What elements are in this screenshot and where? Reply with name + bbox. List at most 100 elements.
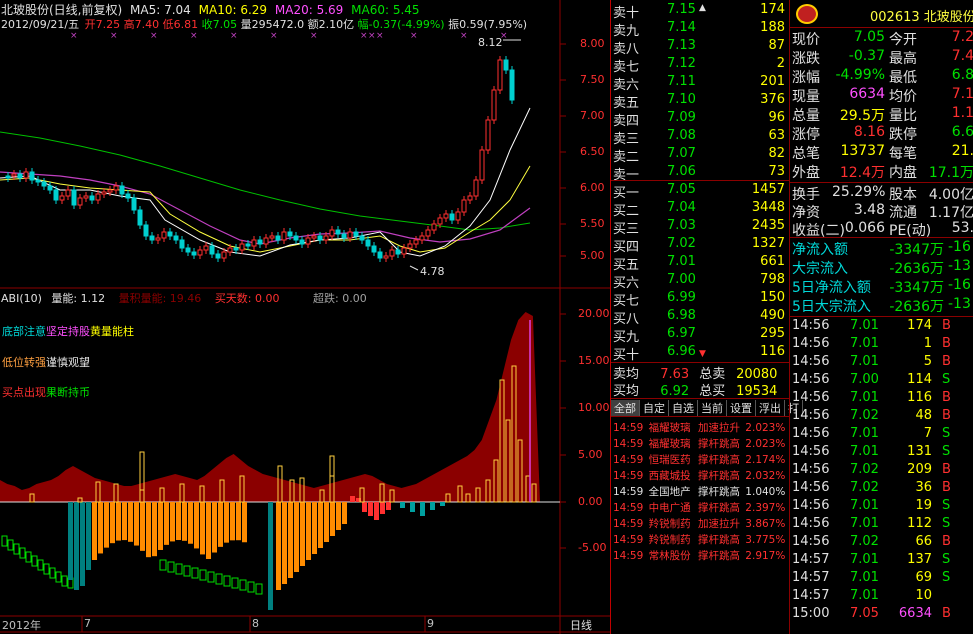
alert-row[interactable]: 14:59 中电广通 撑杆跳高 2.397% <box>613 500 785 515</box>
legend-line-1: 底部注意坚定持股黄量能柱 <box>2 323 134 339</box>
candle-body <box>335 229 341 235</box>
candle-body <box>203 245 209 251</box>
alert-row[interactable]: 14:59 常林股份 撑杆跳高 2.917% <box>613 548 785 563</box>
indicator-bar <box>191 567 199 579</box>
buy-level-row[interactable]: 买五 7.01 661 <box>613 254 789 273</box>
indicator-bar <box>324 502 329 542</box>
indicator-tick-label: -5.00 <box>578 541 607 554</box>
sell-level-row[interactable]: 卖九 7.14 188 <box>613 20 789 39</box>
buy-level-label: 买二 <box>613 204 640 219</box>
alert-row[interactable]: 14:59 恒瑞医药 撑杆跳高 2.174% <box>613 452 785 467</box>
buy-level-row[interactable]: 买九 6.97 295 <box>613 326 789 345</box>
indicator-bar <box>13 543 20 555</box>
candle-body <box>323 235 329 241</box>
candle-body <box>167 231 173 237</box>
tick-row: 14:56 7.01 1 B <box>792 336 973 351</box>
sell-level-row[interactable]: 卖四 7.09 96 <box>613 110 789 129</box>
alert-row[interactable]: 14:59 西藏城投 撑杆跳高 2.032% <box>613 468 785 483</box>
alert-row[interactable]: 14:59 福耀玻璃 撑杆跳高 2.023% <box>613 436 785 451</box>
candle-body <box>143 224 149 237</box>
alert-tab[interactable]: 自定 <box>640 400 669 416</box>
sell-level-row[interactable]: 卖二 7.07 82 <box>613 146 789 165</box>
tick-row: 14:56 7.01 174 B <box>792 318 973 333</box>
buy-level-label: 买三 <box>613 222 640 237</box>
candle-body <box>311 235 317 239</box>
indicator-bar <box>164 502 169 545</box>
flow-row: 5日净流入额 -3347万 -16 <box>792 277 973 297</box>
indicator-tick-label: 5.00 <box>578 448 603 461</box>
buy-level-row[interactable]: 买三 7.03 2435 <box>613 218 789 237</box>
alert-stock: 恒瑞医药 <box>648 454 691 466</box>
tick-volume: 19 <box>915 498 932 513</box>
candle-body <box>23 171 29 179</box>
ma5-line <box>0 107 531 257</box>
signal-marker: × <box>150 31 158 41</box>
sell-level-row[interactable]: 卖五 7.10 376 <box>613 92 789 111</box>
tick-time: 14:57 <box>792 588 830 603</box>
indicator-bar <box>368 502 373 516</box>
kline-chart-area[interactable]: 北玻股份(日线,前复权) MA5: 7.04 MA10: 6.29 MA20: … <box>0 0 610 634</box>
fin-value-2: 1.17亿 <box>928 205 973 221</box>
candle-body <box>233 247 239 251</box>
alert-tab[interactable]: 浮出 <box>756 400 785 416</box>
buy-level-price: 7.01 <box>667 254 696 269</box>
period-tab[interactable]: 日线 <box>570 617 592 633</box>
alert-row[interactable]: 14:59 福耀玻璃 加速拉升 2.023% <box>613 420 785 435</box>
candle-body <box>209 245 215 255</box>
sell-level-row[interactable]: 卖三 7.08 63 <box>613 128 789 147</box>
tick-volume: 209 <box>907 462 932 477</box>
alert-tab[interactable]: 当前 <box>698 400 727 416</box>
indicator-bar <box>312 502 317 554</box>
indicator-bar <box>194 502 199 549</box>
buy-level-row[interactable]: 买六 7.00 798 <box>613 272 789 291</box>
stat-label-2: 均价 <box>889 89 917 105</box>
buy-level-row[interactable]: 买一 7.05 1457 <box>613 182 789 201</box>
indicator-label-3: 买天数: 0.00 <box>214 292 280 305</box>
sell-level-volume: 2 <box>776 56 785 71</box>
buy-level-row[interactable]: 买四 7.02 1327 <box>613 236 789 255</box>
alert-tab[interactable]: 全部 <box>611 400 640 416</box>
candle-body <box>419 235 425 241</box>
alert-row[interactable]: 14:59 全国地产 撑杆跳高 1.040% <box>613 484 785 499</box>
sell-level-price: 7.09 <box>667 110 696 125</box>
candle-body <box>191 251 197 256</box>
alert-tab[interactable]: 设置 <box>727 400 756 416</box>
candle-body <box>371 245 377 253</box>
tick-side: B <box>942 336 951 351</box>
candle-body <box>35 179 41 183</box>
alert-row[interactable]: 14:59 羚锐制药 加速拉升 3.867% <box>613 516 785 531</box>
tick-price: 7.02 <box>850 408 879 423</box>
candle-body <box>341 233 347 239</box>
tick-side: B <box>942 462 951 477</box>
stat-value-2: 17.1万 <box>928 165 973 181</box>
candle-body <box>467 195 473 201</box>
sell-level-row[interactable]: 卖六 7.11 201 <box>613 74 789 93</box>
total-buy-value: 19534 <box>736 384 778 399</box>
stat-value: 8.16 <box>853 124 885 140</box>
tick-row: 14:56 7.01 131 S <box>792 444 973 459</box>
candle-body <box>407 243 413 249</box>
tick-time: 14:57 <box>792 570 830 585</box>
tick-row: 14:56 7.02 48 B <box>792 408 973 423</box>
tick-volume: 112 <box>907 516 932 531</box>
alert-row[interactable]: 14:59 羚锐制药 撑杆跳高 3.775% <box>613 532 785 547</box>
indicator-bar <box>146 502 151 558</box>
buy-level-row[interactable]: 买二 7.04 3448 <box>613 200 789 219</box>
buy-level-row[interactable]: 买七 6.99 150 <box>613 290 789 309</box>
indicator-bar <box>318 502 323 548</box>
indicator-bar <box>19 547 26 559</box>
indicator-bar <box>116 502 121 541</box>
indicator-bar <box>282 502 287 584</box>
sell-level-volume: 174 <box>760 2 785 17</box>
sell-level-row[interactable]: 卖八 7.13 87 <box>613 38 789 57</box>
indicator-bar <box>242 502 247 543</box>
stat-label-2: 最低 <box>889 70 917 86</box>
indicator-bar <box>176 502 181 541</box>
candle-body <box>251 239 257 247</box>
signal-marker: × <box>410 31 418 41</box>
alert-tab[interactable]: 自选 <box>669 400 698 416</box>
sell-level-row[interactable]: 卖七 7.12 2 <box>613 56 789 75</box>
candle-body <box>437 217 443 225</box>
buy-level-row[interactable]: 买八 6.98 490 <box>613 308 789 327</box>
indicator-bar <box>239 579 247 591</box>
